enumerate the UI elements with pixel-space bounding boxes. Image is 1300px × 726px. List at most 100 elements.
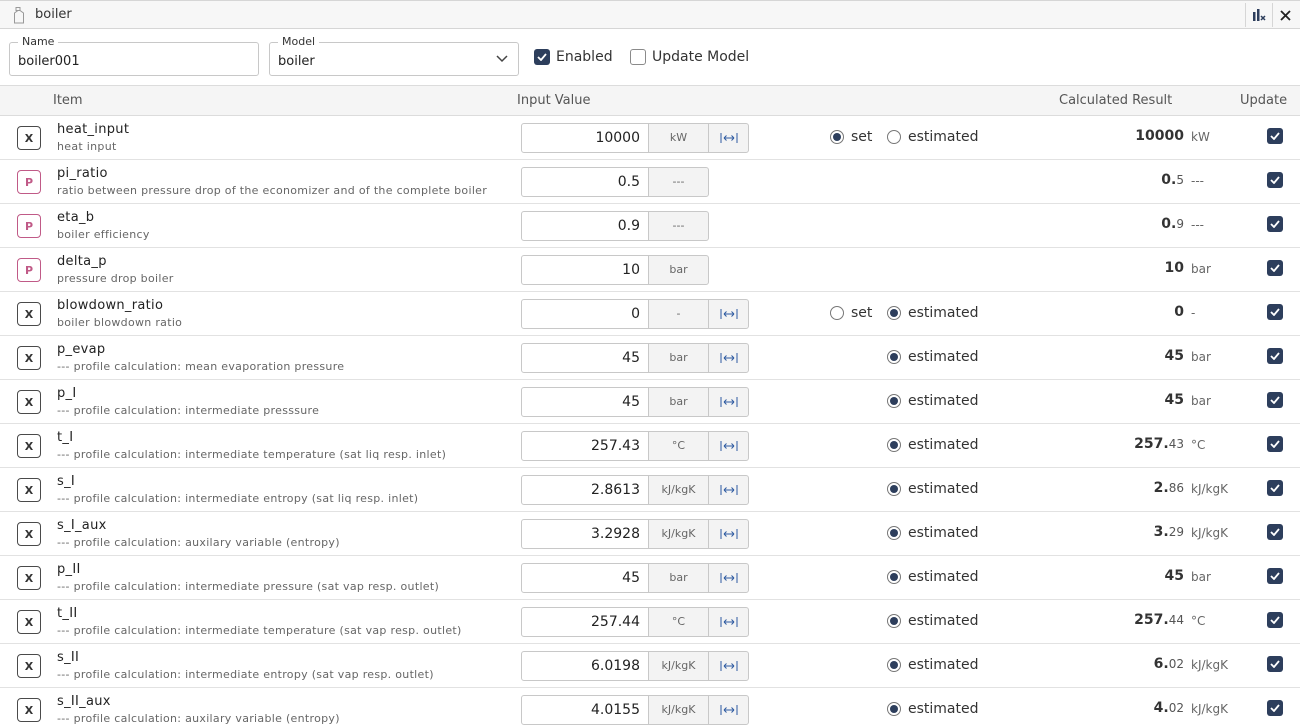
swap-icon — [720, 133, 737, 143]
layout-button[interactable] — [1245, 3, 1271, 27]
update-checkbox[interactable] — [1267, 348, 1283, 364]
swap-button[interactable] — [708, 299, 749, 329]
swap-button[interactable] — [708, 695, 749, 725]
update-checkbox[interactable] — [1267, 524, 1283, 540]
input-value-field[interactable]: 45 — [521, 343, 649, 373]
result-unit: kJ/kgK — [1191, 702, 1228, 716]
result-integer: 45 — [1164, 568, 1184, 584]
swap-button[interactable] — [708, 387, 749, 417]
radio-estimated-label: estimated — [908, 349, 979, 365]
calculated-result: 45 bar — [1164, 568, 1211, 584]
item-description: pressure drop boiler — [57, 272, 174, 285]
radio-estimated[interactable]: estimated — [887, 129, 979, 145]
input-unit: bar — [648, 563, 709, 593]
radio-estimated[interactable]: estimated — [887, 525, 979, 541]
swap-button[interactable] — [708, 563, 749, 593]
update-checkbox[interactable] — [1267, 260, 1283, 276]
radio-estimated[interactable]: estimated — [887, 701, 979, 717]
update-checkbox[interactable] — [1267, 392, 1283, 408]
item-description: --- profile calculation: intermediate te… — [57, 624, 462, 637]
input-value-field[interactable]: 10000 — [521, 123, 649, 153]
item-name: eta_b — [57, 210, 95, 225]
calculated-result: 6.02 kJ/kgK — [1154, 656, 1228, 672]
update-checkbox[interactable] — [1267, 216, 1283, 232]
bottle-icon — [14, 7, 24, 24]
radio-estimated-label: estimated — [908, 525, 979, 541]
update-checkbox[interactable] — [1267, 304, 1283, 320]
input-value-field[interactable]: 0.5 — [521, 167, 649, 197]
swap-button[interactable] — [708, 123, 749, 153]
table-row: Xp_II --- profile calculation: intermedia… — [0, 556, 1300, 600]
radio-estimated[interactable]: estimated — [887, 569, 979, 585]
update-checkbox[interactable] — [1267, 568, 1283, 584]
name-field[interactable]: Name boiler001 — [9, 35, 259, 76]
table-row: Xs_II_aux --- profile calculation: auxila… — [0, 688, 1300, 726]
table-row: Xp_evap --- profile calculation: mean eva… — [0, 336, 1300, 380]
swap-button[interactable] — [708, 343, 749, 373]
item-description: boiler efficiency — [57, 228, 150, 241]
radio-estimated[interactable]: estimated — [887, 657, 979, 673]
calculated-result: 45 bar — [1164, 348, 1211, 364]
swap-button[interactable] — [708, 519, 749, 549]
input-value-field[interactable]: 257.43 — [521, 431, 649, 461]
item-name: blowdown_ratio — [57, 298, 164, 313]
input-value-field[interactable]: 4.0155 — [521, 695, 649, 725]
radio-set-circle — [830, 130, 844, 144]
table-row: Pdelta_p pressure drop boiler 10 bar 10 bar — [0, 248, 1300, 292]
radio-estimated[interactable]: estimated — [887, 393, 979, 409]
table-row: Xt_I --- profile calculation: intermediat… — [0, 424, 1300, 468]
input-value-field[interactable]: 45 — [521, 387, 649, 417]
item-name: p_evap — [57, 342, 106, 357]
radio-estimated[interactable]: estimated — [887, 305, 979, 321]
radio-estimated[interactable]: estimated — [887, 481, 979, 497]
input-value-field[interactable]: 6.0198 — [521, 651, 649, 681]
result-integer: 45 — [1164, 348, 1184, 364]
swap-button[interactable] — [708, 475, 749, 505]
check-icon — [1270, 616, 1280, 624]
item-name: t_I — [57, 430, 74, 445]
update-checkbox[interactable] — [1267, 480, 1283, 496]
item-name: heat_input — [57, 122, 130, 137]
calculated-result: 2.86 kJ/kgK — [1153, 480, 1228, 496]
input-value-field[interactable]: 0 — [521, 299, 649, 329]
item-name: s_I — [57, 474, 76, 489]
update-model-checkbox[interactable]: Update Model — [630, 49, 749, 65]
input-value-field[interactable]: 2.8613 — [521, 475, 649, 505]
result-unit: bar — [1191, 570, 1211, 584]
result-integer: 2. — [1153, 480, 1169, 496]
chevron-down-icon — [496, 55, 508, 63]
radio-estimated-circle — [887, 394, 901, 408]
check-icon — [1270, 484, 1280, 492]
input-value-field[interactable]: 0.9 — [521, 211, 649, 241]
input-value-field[interactable]: 10 — [521, 255, 649, 285]
result-integer: 257. — [1134, 612, 1169, 628]
radio-estimated[interactable]: estimated — [887, 613, 979, 629]
radio-set[interactable]: set — [830, 129, 872, 145]
check-icon — [1270, 572, 1280, 580]
update-checkbox[interactable] — [1267, 612, 1283, 628]
radio-estimated[interactable]: estimated — [887, 349, 979, 365]
swap-button[interactable] — [708, 651, 749, 681]
update-checkbox[interactable] — [1267, 656, 1283, 672]
swap-button[interactable] — [708, 431, 749, 461]
update-checkbox[interactable] — [1267, 436, 1283, 452]
item-name: t_II — [57, 606, 78, 621]
update-checkbox[interactable] — [1267, 172, 1283, 188]
close-button[interactable] — [1272, 3, 1298, 27]
update-checkbox[interactable] — [1267, 700, 1283, 716]
type-badge: X — [17, 698, 41, 722]
model-select[interactable]: Model boiler — [269, 35, 519, 76]
type-badge: X — [17, 566, 41, 590]
calculated-result: 0.9 --- — [1161, 216, 1204, 232]
input-value-field[interactable]: 257.44 — [521, 607, 649, 637]
type-badge: P — [17, 170, 41, 194]
radio-estimated[interactable]: estimated — [887, 437, 979, 453]
enabled-checkbox[interactable]: Enabled — [534, 49, 613, 65]
input-value-field[interactable]: 3.2928 — [521, 519, 649, 549]
radio-set[interactable]: set — [830, 305, 872, 321]
input-value-field[interactable]: 45 — [521, 563, 649, 593]
update-checkbox[interactable] — [1267, 128, 1283, 144]
calculated-result: 4.02 kJ/kgK — [1154, 700, 1228, 716]
result-decimals: 02 — [1168, 657, 1184, 671]
swap-button[interactable] — [708, 607, 749, 637]
